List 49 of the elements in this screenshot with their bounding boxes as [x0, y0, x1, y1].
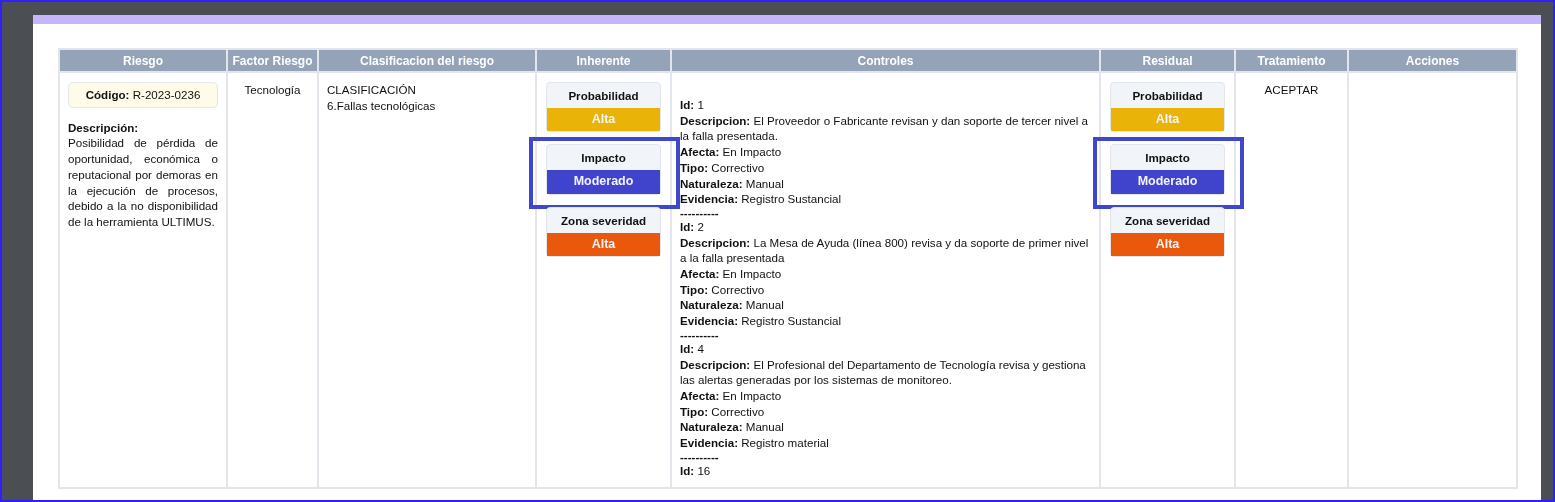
level-value: Alta — [547, 107, 660, 132]
separator-text: ---------- — [680, 206, 720, 219]
level-label: Zona severidad — [559, 212, 648, 229]
control-field: Afecta: En Impacto — [680, 144, 1091, 160]
control-field: Tipo: Correctivo — [680, 159, 1091, 176]
level-value: Moderado — [547, 170, 660, 194]
control-field: Descripcion: El Profesional del Departamento de Tecnología revisa y gestiona las alertas generadas por los sistemas de monitoreo. — [680, 356, 1091, 388]
classification-text: CLASIFICACIÓN — [327, 82, 417, 98]
table-cell-text: ACEPTAR — [1263, 82, 1320, 98]
control-field: Id: 16 — [680, 462, 1091, 479]
level-label: Zona severidad — [1123, 212, 1212, 229]
level-label: Probabilidad — [567, 88, 640, 104]
control-field: Naturaleza: Manual — [680, 297, 1091, 314]
description-text: Posibilidad de pérdida de oportunidad, económica o reputacional por demoras en la ejecución de procesos, debido a la no disponibilidad de la herramienta ULTIMUS. — [68, 135, 218, 230]
control-field: Descripcion: La Mesa de Ayuda (línea 800) revisa y da soporte de primer nivel a la falla presentada — [680, 234, 1091, 267]
level-label: Probabilidad — [1131, 88, 1204, 104]
control-field: Id: 4 — [680, 340, 1091, 357]
level-label: Impacto — [580, 150, 627, 167]
control-field: Afecta: En Impacto — [680, 266, 1091, 282]
description-label: Descripción: — [68, 119, 140, 136]
separator-text: ---------- — [680, 450, 720, 463]
column-header: Acciones — [1348, 49, 1517, 72]
level-value: Alta — [1111, 232, 1224, 257]
control-field: Evidencia: Registro Sustancial — [680, 313, 1091, 329]
control-field: Naturaleza: Manual — [680, 419, 1091, 436]
level-value: Moderado — [1111, 170, 1224, 194]
level-value: Alta — [547, 232, 660, 257]
column-header: Factor Riesgo — [227, 49, 318, 72]
separator-text: ---------- — [680, 328, 720, 341]
code-badge: Código: R-2023-0236 — [68, 82, 218, 108]
control-field: Id: 2 — [680, 218, 1091, 235]
column-header: Inherente — [536, 49, 671, 72]
control-field: Evidencia: Registro material — [680, 435, 1091, 451]
level-value: Alta — [1111, 107, 1224, 132]
column-header: Controles — [671, 49, 1100, 72]
control-field: Tipo: Correctivo — [680, 281, 1091, 298]
table-cell-text: Tecnología — [243, 82, 302, 98]
level-label: Impacto — [1144, 150, 1191, 167]
control-field: Naturaleza: Manual — [680, 175, 1091, 192]
control-field: Id: 1 — [680, 97, 1091, 113]
column-header: Clasificacion del riesgo — [318, 49, 536, 72]
control-field: Afecta: En Impacto — [680, 387, 1091, 404]
column-header: Residual — [1100, 49, 1235, 72]
column-header: Riesgo — [59, 49, 227, 72]
control-field: Descripcion: El Proveedor o Fabricante revisan y dan soporte de tercer nivel a la falla presentada. — [680, 112, 1091, 145]
classification-text: 6.Fallas tecnológicas — [327, 97, 437, 114]
control-field: Tipo: Correctivo — [680, 403, 1091, 420]
control-field: Evidencia: Registro Sustancial — [680, 191, 1091, 207]
column-header: Tratamiento — [1235, 49, 1348, 72]
